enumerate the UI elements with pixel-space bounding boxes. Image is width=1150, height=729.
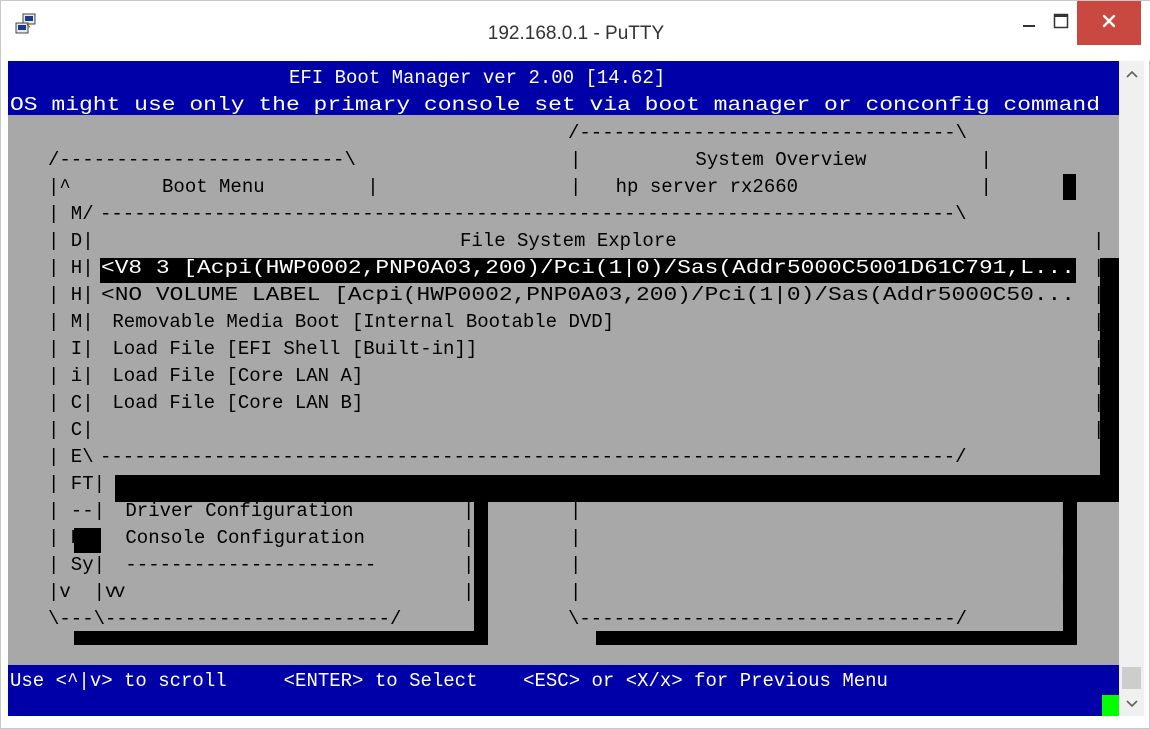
left-col-row: | M| xyxy=(48,311,94,333)
explorer-top-rule: ----------------------------------------… xyxy=(100,203,967,225)
boot-menu-border: | xyxy=(463,500,474,522)
left-col-row: | i| xyxy=(48,365,94,387)
explorer-item[interactable]: Load File [EFI Shell [Built-in]] xyxy=(101,338,477,360)
overview-shadow-bottom xyxy=(596,631,1077,645)
minimize-icon xyxy=(1022,14,1036,33)
left-col-row: | H| xyxy=(48,257,94,279)
explorer-shadow-bottom xyxy=(115,475,1119,502)
header-title: EFI Boot Manager ver 2.00 [14.62] xyxy=(289,67,665,89)
overview-border: | xyxy=(570,500,581,522)
submenu-item[interactable]: Console Configuration xyxy=(114,527,365,549)
close-button[interactable] xyxy=(1077,1,1141,45)
system-overview-model: | hp server rx2660 | xyxy=(570,176,992,198)
explorer-border: | xyxy=(1093,230,1104,252)
window-title: 192.168.0.1 - PuTTY xyxy=(487,23,665,44)
explorer-title: File System Explore xyxy=(460,230,677,252)
chevron-down-icon xyxy=(1125,695,1138,713)
system-overview-title: | System Overview | xyxy=(570,149,992,171)
overview-border: | xyxy=(570,527,581,549)
boot-menu-border: | xyxy=(463,581,474,603)
scroll-down-button[interactable] xyxy=(1119,691,1144,716)
overview-border: | xyxy=(570,554,581,576)
explorer-shadow-right xyxy=(1100,258,1119,502)
boot-menu-shadow-bottom xyxy=(74,631,488,645)
left-col-row: | Sy| xyxy=(48,554,105,576)
putty-window: 192.168.0.1 - PuTTY EFI Boot Manager ver… xyxy=(0,0,1150,729)
submenu-item: ---------------------- xyxy=(114,554,376,576)
left-col-row: |v |v xyxy=(48,581,116,603)
boot-menu-shadow-right xyxy=(474,502,488,645)
left-col-row: | C| xyxy=(48,419,94,441)
overview-shadow-right xyxy=(1063,502,1077,645)
explorer-item[interactable]: <NO VOLUME LABEL [Acpi(HWP0002,PNP0A03,2… xyxy=(101,284,1075,306)
system-overview-top-border: /---------------------------------\ xyxy=(568,122,967,144)
boot-menu-bottom-border: \---\-------------------------/ xyxy=(48,608,401,630)
terminal-cursor xyxy=(1102,695,1119,716)
boot-menu-border: | xyxy=(463,527,474,549)
boot-menu-title: |^ Boot Menu | xyxy=(48,176,379,198)
left-col-row: | H| xyxy=(48,284,94,306)
left-col-row: | D| xyxy=(48,230,94,252)
maximize-button[interactable] xyxy=(1045,1,1077,45)
left-col-row: | C| xyxy=(48,392,94,414)
explorer-item-selected[interactable]: <V8 3 [Acpi(HWP0002,PNP0A03,200)/Pci(1|0… xyxy=(101,257,1075,279)
title-bar[interactable]: 192.168.0.1 - PuTTY xyxy=(1,1,1150,61)
left-col-row: | FT| xyxy=(48,473,105,495)
boot-menu-top-border: /-------------------------\ xyxy=(48,149,356,171)
explorer-item[interactable]: Load File [Core LAN B] xyxy=(101,392,363,414)
explorer-bottom-rule: ----------------------------------------… xyxy=(100,446,967,468)
scroll-up-button[interactable] xyxy=(1119,61,1144,86)
boot-menu-border: | xyxy=(463,554,474,576)
scrollbar-thumb[interactable] xyxy=(1122,667,1141,689)
system-overview-bottom-border: \---------------------------------/ xyxy=(568,608,967,630)
left-col-row: | Bo| xyxy=(48,527,105,549)
vertical-scrollbar[interactable] xyxy=(1119,61,1144,716)
close-icon xyxy=(1101,13,1117,34)
overview-border: | xyxy=(570,581,581,603)
explorer-item[interactable]: Removable Media Boot [Internal Bootable … xyxy=(101,311,614,333)
header-notice: OS might use only the primary console se… xyxy=(10,94,1100,116)
cursor-block xyxy=(1063,174,1076,200)
footer-hint: Use <^|v> to scroll <ENTER> to Select <E… xyxy=(10,670,888,692)
left-col-row: | E\ xyxy=(48,446,94,468)
maximize-icon xyxy=(1053,13,1069,34)
left-col-row: | I| xyxy=(48,338,94,360)
left-col-row: | M/ xyxy=(48,203,94,225)
submenu-item: v xyxy=(114,581,125,603)
submenu-item[interactable]: Driver Configuration xyxy=(114,500,353,522)
left-col-row: | --| xyxy=(48,500,105,522)
terminal-screen[interactable]: EFI Boot Manager ver 2.00 [14.62] OS mig… xyxy=(8,61,1119,716)
explorer-item[interactable]: Load File [Core LAN A] xyxy=(101,365,363,387)
chevron-up-icon xyxy=(1125,65,1138,83)
minimize-button[interactable] xyxy=(1013,1,1045,45)
